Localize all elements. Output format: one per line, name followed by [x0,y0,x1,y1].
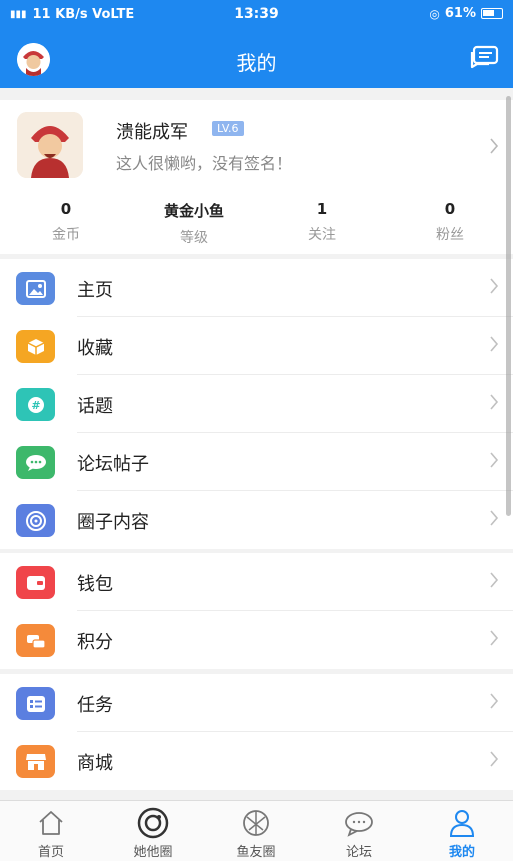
circle-icon [16,504,55,537]
tab-home[interactable]: 首页 [0,807,102,860]
coins-icon [16,624,55,657]
profile-card[interactable]: 溃能成军 LV.6 这人很懒哟，没有签名！ 0 金币 黄金小鱼 等级 1 关注 … [0,100,513,254]
camera-circle-icon [102,807,204,839]
level-badge: LV.6 [212,121,244,136]
stat-label: 等级 [180,230,208,246]
menu-group-1: 主页 收藏 # 话题 论坛帖子 圈子内容 [0,259,513,549]
scrollbar[interactable] [506,96,511,516]
tab-circle[interactable]: 她他圈 [102,807,204,860]
chevron-right-icon [489,138,499,158]
page-title: 我的 [236,51,277,75]
menu-item-home[interactable]: 主页 [0,259,513,317]
stat-label: 粉丝 [436,227,464,243]
menu-item-points[interactable]: 积分 [0,611,513,669]
menu-item-label: 论坛帖子 [77,454,149,475]
tab-forum[interactable]: 论坛 [308,807,410,860]
svg-text:#: # [31,399,40,412]
chevron-right-icon [489,572,499,592]
content-scroll[interactable]: 溃能成军 LV.6 这人很懒哟，没有签名！ 0 金币 黄金小鱼 等级 1 关注 … [0,88,513,800]
status-right: ◎ 61% [429,6,503,21]
alarm-icon: ◎ [429,6,440,21]
profile-name: 溃能成军 [116,122,188,143]
profile-stats: 0 金币 黄金小鱼 等级 1 关注 0 粉丝 [0,200,513,250]
chevron-right-icon [489,510,499,530]
chevron-right-icon [489,452,499,472]
shop-icon [16,745,55,778]
image-icon [16,272,55,305]
app-header: 我的 [0,30,513,88]
tab-label: 我的 [448,845,475,860]
chat-icon [16,446,55,479]
message-icon [470,45,499,69]
menu-item-shop[interactable]: 商城 [0,732,513,790]
chevron-right-icon [489,394,499,414]
menu-item-label: 钱包 [77,574,113,595]
battery-icon [481,8,503,19]
tab-mine[interactable]: 我的 [411,807,513,860]
tab-label: 鱼友圈 [236,845,276,860]
box-icon [16,330,55,363]
wallet-icon [16,566,55,599]
hashtag-icon: # [16,388,55,421]
menu-item-label: 收藏 [77,338,113,359]
tab-fish-friends[interactable]: 鱼友圈 [205,807,307,860]
home-icon [0,807,102,839]
chevron-right-icon [489,630,499,650]
menu-item-circle-content[interactable]: 圈子内容 [0,491,513,549]
stat-level[interactable]: 黄金小鱼 等级 [130,200,258,247]
profile-avatar[interactable] [17,112,83,178]
message-button[interactable] [469,45,499,73]
forum-icon [308,807,410,839]
tab-label: 她他圈 [133,845,173,860]
menu-item-label: 积分 [77,632,113,653]
user-icon [411,807,513,839]
menu-item-forum-posts[interactable]: 论坛帖子 [0,433,513,491]
tab-label: 论坛 [345,845,372,860]
stat-label: 金币 [52,227,80,243]
stat-value: 黄金小鱼 [163,202,224,220]
menu-item-favorites[interactable]: 收藏 [0,317,513,375]
stat-fans[interactable]: 0 粉丝 [386,200,513,244]
menu-item-label: 话题 [77,396,113,417]
menu-group-2: 钱包 积分 [0,553,513,669]
stat-value: 0 [60,200,72,218]
menu-item-tasks[interactable]: 任务 [0,674,513,732]
stat-value: 0 [444,200,456,218]
task-icon [16,687,55,720]
stat-value: 1 [316,200,328,218]
tab-label: 首页 [37,845,64,860]
menu-item-label: 主页 [77,280,113,301]
chevron-right-icon [489,278,499,298]
chevron-right-icon [489,336,499,356]
chevron-right-icon [489,751,499,771]
aperture-icon [205,807,307,839]
menu-item-label: 商城 [77,753,113,774]
menu-item-topics[interactable]: # 话题 [0,375,513,433]
chevron-right-icon [489,693,499,713]
battery-percent: 61% [444,6,476,21]
menu-item-label: 任务 [77,695,113,716]
stat-coins[interactable]: 0 金币 [2,200,130,244]
bottom-tab-bar: 首页 她他圈 鱼友圈 论坛 我的 [0,800,513,861]
stat-following[interactable]: 1 关注 [258,200,386,244]
menu-item-wallet[interactable]: 钱包 [0,553,513,611]
menu-group-3: 任务 商城 [0,674,513,790]
status-bar: ▮▮▮ 11 KB/s VoLTE 13:39 ◎ 61% [0,0,513,30]
menu-item-label: 圈子内容 [77,512,149,533]
stat-label: 关注 [308,227,336,243]
profile-signature: 这人很懒哟，没有签名！ [116,154,293,173]
